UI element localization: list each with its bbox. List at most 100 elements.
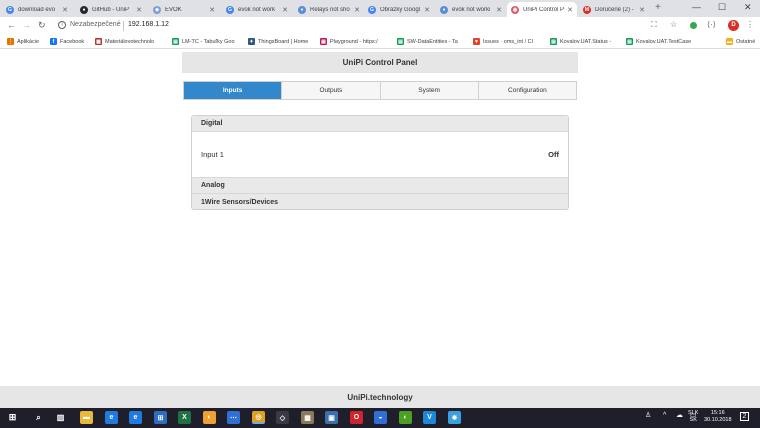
input-state: Off [548, 150, 559, 159]
reload-icon[interactable]: ↻ [38, 20, 46, 31]
bookmark-icon: ▤ [397, 38, 404, 45]
clock[interactable]: 15:16 30.10.2018 [704, 410, 732, 424]
page-footer: UniPi.technology [0, 386, 760, 408]
bookmark-item[interactable]: f Facebook [50, 38, 84, 45]
bookmark-item[interactable]: ▤ Kovalov.UAT.TestCase [626, 38, 691, 45]
bookmark-label: Kovalov.UAT.TestCase [636, 38, 692, 45]
translate-icon[interactable]: ⛶ [651, 20, 657, 30]
extension-status-icon[interactable] [690, 22, 697, 29]
close-tab-icon[interactable]: ✕ [62, 6, 68, 14]
excel-icon[interactable]: X [178, 411, 191, 424]
close-tab-icon[interactable]: ✕ [567, 6, 573, 14]
tab-6[interactable]: ♦ evok not worki ✕ [436, 2, 506, 17]
minimize-button[interactable]: — [692, 2, 701, 12]
url-input[interactable]: 192.168.1.12 [128, 21, 169, 28]
tab-1[interactable]: ● GitHub - UniP ✕ [76, 2, 146, 17]
profile-avatar[interactable]: D [728, 20, 739, 31]
opera-icon[interactable]: O [350, 411, 363, 424]
bookmark-item[interactable]: ▬ Ostatné [726, 38, 755, 45]
close-tab-icon[interactable]: ✕ [639, 6, 645, 14]
digital-section-header[interactable]: Digital [192, 116, 568, 132]
bookmark-star-icon[interactable]: ☆ [670, 20, 677, 29]
tab-4[interactable]: ♦ Relays not sho ✕ [294, 2, 364, 17]
bookmark-item[interactable]: ▤ LM-TC - Tabuľky Goo [172, 38, 235, 45]
extension-icon[interactable]: ⟨·⟩ [707, 20, 716, 29]
tray-chevron-icon[interactable]: ^ [663, 412, 666, 419]
windows-start-icon[interactable]: ⊞ [6, 411, 19, 424]
people-icon[interactable]: ♙ [645, 412, 651, 419]
search-icon[interactable]: ⌕ [32, 411, 45, 424]
tab-title: download evo [18, 6, 56, 13]
bookmark-label: LM-TC - Tabuľky Goo [182, 38, 235, 45]
code-icon[interactable]: ◇ [276, 411, 289, 424]
bookmark-label: Kovalov.UAT.Status - [560, 38, 612, 45]
bookmark-item[interactable]: ▦ Materiálovotechnolo [95, 38, 154, 45]
app-icon[interactable]: ✸ [448, 411, 461, 424]
forum-icon: ♦ [440, 5, 448, 14]
tab-8[interactable]: M Doručené (2) - ✕ [579, 2, 649, 17]
explorer-icon[interactable]: ▬ [80, 411, 93, 424]
input-row[interactable]: Input 1 Off [192, 132, 568, 177]
store-icon[interactable]: ⊞ [154, 411, 167, 424]
chrome-icon[interactable]: ◎ [252, 411, 265, 424]
edge-icon[interactable]: e [105, 411, 118, 424]
onewire-section-header[interactable]: 1Wire Sensors/Devices [192, 193, 568, 209]
maximize-button[interactable]: ☐ [718, 2, 726, 13]
language-indicator[interactable]: SLK SK [688, 410, 698, 424]
bookmark-item[interactable]: ▤ SW-DataEntities - Ta [397, 38, 458, 45]
google-icon: G [226, 5, 234, 14]
forward-icon[interactable]: → [22, 20, 31, 30]
bookmark-item[interactable]: ⋮ Aplikácie [7, 38, 39, 45]
tab-5[interactable]: G Obrázky Googl ✕ [364, 2, 434, 17]
bookmark-item[interactable]: ▣ Playground - https:/ [320, 38, 378, 45]
photos-icon[interactable]: ◒ [374, 411, 387, 424]
close-window-button[interactable]: ✕ [744, 2, 752, 13]
onedrive-icon[interactable]: ☁ [676, 412, 683, 419]
menu-icon[interactable]: ⋮ [746, 20, 754, 29]
tab-outputs[interactable]: Outputs [282, 82, 381, 99]
close-tab-icon[interactable]: ✕ [209, 6, 215, 14]
tab-system[interactable]: System [380, 82, 479, 99]
tab-2[interactable]: ◆ EVOK ✕ [149, 2, 219, 17]
bookmark-icon: ▤ [550, 38, 557, 45]
analog-section-header[interactable]: Analog [192, 177, 568, 193]
site-info-icon[interactable]: i [58, 21, 66, 29]
notification-center-icon[interactable]: 2 [740, 412, 749, 421]
tab-title: Obrázky Googl [380, 6, 421, 13]
clock-time: 15:16 [710, 410, 725, 416]
new-tab-button[interactable]: + [655, 2, 661, 13]
edge-icon[interactable]: e [129, 411, 142, 424]
close-tab-icon[interactable]: ✕ [424, 6, 430, 14]
bookmark-item[interactable]: ▤ Kovalov.UAT.Status - [550, 38, 611, 45]
bookmark-item[interactable]: ✦ ThingsBoard | Home [248, 38, 308, 45]
tab-title: Doručené (2) - [595, 6, 634, 13]
vscode-icon[interactable]: V [423, 411, 436, 424]
bookmark-label: SW-DataEntities - Ta [407, 38, 458, 45]
tab-title: GitHub - UniP [92, 6, 130, 13]
page-content: UniPi Control Panel Inputs Outputs Syste… [0, 50, 760, 386]
bookmark-label: Issues · oms_int / Cl [483, 38, 533, 45]
tab-inputs[interactable]: Inputs [184, 82, 283, 99]
paint-icon[interactable]: ◐ [203, 411, 216, 424]
task-view-icon[interactable]: ▥ [54, 411, 67, 424]
bookmark-item[interactable]: ▼ Issues · oms_int / Cl [473, 38, 533, 45]
tab-configuration[interactable]: Configuration [478, 82, 576, 99]
close-tab-icon[interactable]: ✕ [282, 6, 288, 14]
archive-icon[interactable]: ▦ [301, 411, 314, 424]
close-tab-icon[interactable]: ✕ [136, 6, 142, 14]
bookmark-icon: ▼ [473, 38, 480, 45]
insecure-label[interactable]: Nezabezpečené [70, 21, 121, 28]
app-icon[interactable]: ▣ [325, 411, 338, 424]
close-tab-icon[interactable]: ✕ [354, 6, 360, 14]
url-separator [123, 21, 124, 31]
back-icon[interactable]: ← [7, 20, 16, 30]
bookmark-icon: ▦ [95, 38, 102, 45]
close-tab-icon[interactable]: ✕ [496, 6, 502, 14]
tab-7[interactable]: ◉ UniPi Control P ✕ [507, 2, 577, 17]
tab-0[interactable]: Gdownload evo ✕ [2, 2, 72, 17]
tab-3[interactable]: Gevok not work ✕ [222, 2, 292, 17]
chat-icon[interactable]: ⋯ [227, 411, 240, 424]
app-icon[interactable]: ◐ [399, 411, 412, 424]
bookmark-icon: ▤ [626, 38, 633, 45]
bookmark-label: Ostatné [736, 38, 756, 45]
